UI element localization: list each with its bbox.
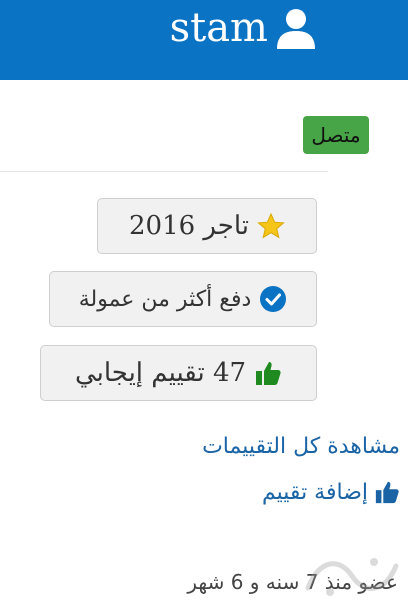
user-icon bbox=[277, 9, 315, 49]
badge-label: دفع أكثر من عمولة bbox=[78, 286, 252, 312]
thumbs-up-icon bbox=[375, 481, 399, 504]
view-all-ratings-link[interactable]: مشاهدة كل التقييمات bbox=[202, 434, 400, 459]
badge-positive-ratings: 47 تقييم إيجابي bbox=[40, 345, 317, 401]
status-badge: متصل bbox=[303, 116, 369, 154]
thumbs-up-icon bbox=[256, 362, 281, 385]
add-rating-link[interactable]: إضافة تقييم bbox=[262, 479, 400, 505]
star-icon bbox=[257, 212, 285, 239]
add-rating-label: إضافة تقييم bbox=[262, 479, 368, 505]
badge-label: تاجر 2016 bbox=[129, 211, 250, 241]
check-circle-icon bbox=[260, 286, 287, 312]
badge-merchant-since: تاجر 2016 bbox=[97, 198, 317, 254]
username[interactable]: stam bbox=[170, 6, 268, 50]
badge-paid-commission: دفع أكثر من عمولة bbox=[49, 271, 317, 327]
header-bar: stam bbox=[0, 0, 408, 80]
badge-label: 47 تقييم إيجابي bbox=[74, 358, 247, 388]
divider bbox=[0, 171, 328, 172]
watermark-logo bbox=[305, 558, 399, 596]
